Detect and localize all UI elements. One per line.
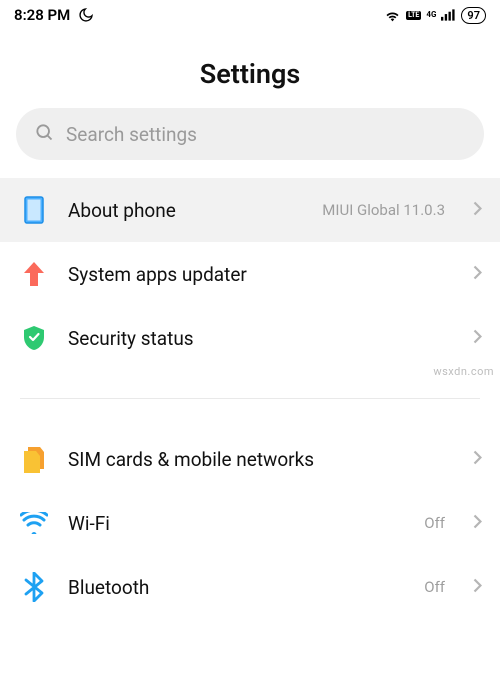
update-arrow-icon bbox=[20, 260, 48, 288]
item-label: SIM cards & mobile networks bbox=[68, 448, 453, 471]
chevron-right-icon bbox=[473, 201, 482, 220]
wifi-status-icon bbox=[384, 8, 401, 22]
settings-item-system-apps-updater[interactable]: System apps updater bbox=[0, 242, 500, 306]
shield-check-icon bbox=[20, 324, 48, 352]
search-icon bbox=[34, 122, 54, 146]
item-label: System apps updater bbox=[68, 263, 453, 286]
chevron-right-icon bbox=[473, 329, 482, 348]
chevron-right-icon bbox=[473, 578, 482, 597]
item-label: Bluetooth bbox=[68, 576, 404, 599]
item-label: Security status bbox=[68, 327, 453, 350]
settings-item-bluetooth[interactable]: Bluetooth Off bbox=[0, 555, 500, 619]
item-label: Wi-Fi bbox=[68, 512, 404, 535]
battery-indicator: 97 bbox=[461, 7, 486, 24]
bluetooth-icon bbox=[20, 573, 48, 601]
status-time: 8:28 PM bbox=[14, 6, 70, 24]
chevron-right-icon bbox=[473, 450, 482, 469]
chevron-right-icon bbox=[473, 265, 482, 284]
phone-icon bbox=[20, 196, 48, 224]
settings-item-about-phone[interactable]: About phone MIUI Global 11.0.3 bbox=[0, 178, 500, 242]
settings-item-wifi[interactable]: Wi-Fi Off bbox=[0, 491, 500, 555]
watermark: wsxdn.com bbox=[433, 365, 494, 378]
item-detail: Off bbox=[424, 578, 445, 596]
page-title: Settings bbox=[0, 58, 500, 90]
mobile-data-icon: 4G bbox=[426, 11, 436, 18]
item-detail: MIUI Global 11.0.3 bbox=[322, 201, 445, 219]
search-input[interactable]: Search settings bbox=[16, 108, 484, 160]
settings-item-sim-cards[interactable]: SIM cards & mobile networks bbox=[0, 427, 500, 491]
settings-item-security-status[interactable]: Security status bbox=[0, 306, 500, 370]
search-placeholder: Search settings bbox=[66, 123, 197, 146]
item-detail: Off bbox=[424, 514, 445, 532]
chevron-right-icon bbox=[473, 514, 482, 533]
item-label: About phone bbox=[68, 199, 302, 222]
signal-icon bbox=[441, 9, 456, 21]
wifi-icon bbox=[20, 509, 48, 537]
dnd-icon bbox=[78, 7, 94, 23]
lte-status-icon: LTE bbox=[406, 11, 421, 20]
status-bar: 8:28 PM LTE 4G 97 bbox=[0, 0, 500, 28]
sim-card-icon bbox=[20, 445, 48, 473]
